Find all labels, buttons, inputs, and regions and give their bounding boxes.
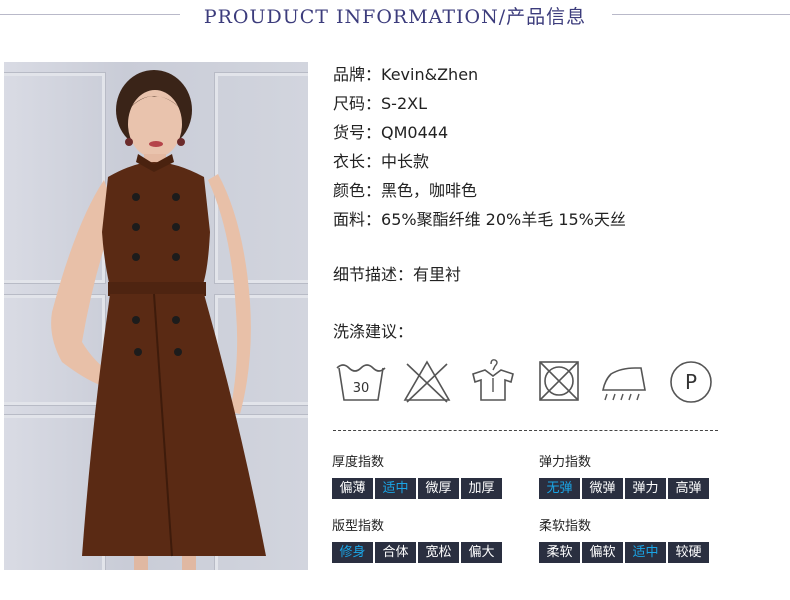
index-title: 厚度指数 xyxy=(332,455,385,470)
spec-size: 尺码：S-2XL xyxy=(333,93,626,122)
spec-label: 货号： xyxy=(333,123,382,142)
spec-color: 颜色：黑色，咖啡色 xyxy=(333,180,626,209)
care-icons: 30 P xyxy=(333,356,723,408)
thickness-index: 厚度指数 偏薄 适中 微厚 加厚 xyxy=(332,455,502,499)
softness-index: 柔软指数 柔软 偏软 适中 较硬 xyxy=(539,519,709,563)
spec-value: 黑色，咖啡色 xyxy=(381,181,478,200)
index-option: 柔软 xyxy=(539,542,580,563)
wash-30-icon: 30 xyxy=(333,356,389,406)
index-option-selected: 适中 xyxy=(625,542,666,563)
index-title: 版型指数 xyxy=(332,519,385,534)
spec-value: QM0444 xyxy=(381,123,449,142)
section-divider xyxy=(333,430,718,431)
index-option: 偏软 xyxy=(582,542,623,563)
index-option: 微厚 xyxy=(418,478,459,499)
spec-label: 衣长： xyxy=(333,152,382,171)
spec-item-number: 货号：QM0444 xyxy=(333,122,626,151)
model-in-dress xyxy=(51,70,266,570)
do-not-tumble-dry-icon xyxy=(531,356,587,406)
detail-value: 有里衬 xyxy=(413,265,462,284)
product-photo xyxy=(4,62,308,570)
index-title: 弹力指数 xyxy=(539,455,592,470)
dry-clean-p-icon: P xyxy=(663,356,719,406)
index-option-selected: 适中 xyxy=(375,478,416,499)
header-title-wrap: PROUDUCT INFORMATION/产品信息 xyxy=(0,2,790,29)
header-title: PROUDUCT INFORMATION/产品信息 xyxy=(189,6,601,28)
spec-value: 65%聚酯纤维 20%羊毛 15%天丝 xyxy=(381,210,626,229)
section-header: PROUDUCT INFORMATION/产品信息 xyxy=(0,0,790,34)
index-option: 较硬 xyxy=(668,542,709,563)
spec-value: Kevin&Zhen xyxy=(381,65,479,84)
index-option: 弹力 xyxy=(625,478,666,499)
spec-length: 衣长：中长款 xyxy=(333,151,626,180)
spec-label: 尺码： xyxy=(333,94,382,113)
spec-brand: 品牌：Kevin&Zhen xyxy=(333,64,626,93)
do-not-bleach-icon xyxy=(399,356,455,406)
index-option: 高弹 xyxy=(668,478,709,499)
index-option: 加厚 xyxy=(461,478,502,499)
fit-index: 版型指数 修身 合体 宽松 偏大 xyxy=(332,519,502,563)
spec-label: 品牌： xyxy=(333,65,382,84)
hang-dry-icon xyxy=(465,356,521,406)
spec-value: S-2XL xyxy=(381,94,427,113)
detail-label: 细节描述： xyxy=(333,265,414,284)
spec-value: 中长款 xyxy=(381,152,430,171)
spec-fabric: 面料：65%聚酯纤维 20%羊毛 15%天丝 xyxy=(333,209,626,238)
index-option: 合体 xyxy=(375,542,416,563)
elasticity-index: 弹力指数 无弹 微弹 弹力 高弹 xyxy=(539,455,709,499)
iron-steam-icon xyxy=(597,356,653,406)
dry-clean-letter: P xyxy=(685,370,697,394)
wash-temp-label: 30 xyxy=(353,381,370,396)
index-title: 柔软指数 xyxy=(539,519,592,534)
index-option: 偏大 xyxy=(461,542,502,563)
spec-label: 颜色： xyxy=(333,181,382,200)
index-option-selected: 无弹 xyxy=(539,478,580,499)
index-option: 微弹 xyxy=(582,478,623,499)
spec-list: 品牌：Kevin&Zhen 尺码：S-2XL 货号：QM0444 衣长：中长款 … xyxy=(333,64,626,238)
detail-description: 细节描述：有里衬 xyxy=(333,261,461,285)
wash-title: 洗涤建议： xyxy=(333,322,414,341)
spec-label: 面料： xyxy=(333,210,382,229)
index-option: 偏薄 xyxy=(332,478,373,499)
index-option-selected: 修身 xyxy=(332,542,373,563)
index-option: 宽松 xyxy=(418,542,459,563)
